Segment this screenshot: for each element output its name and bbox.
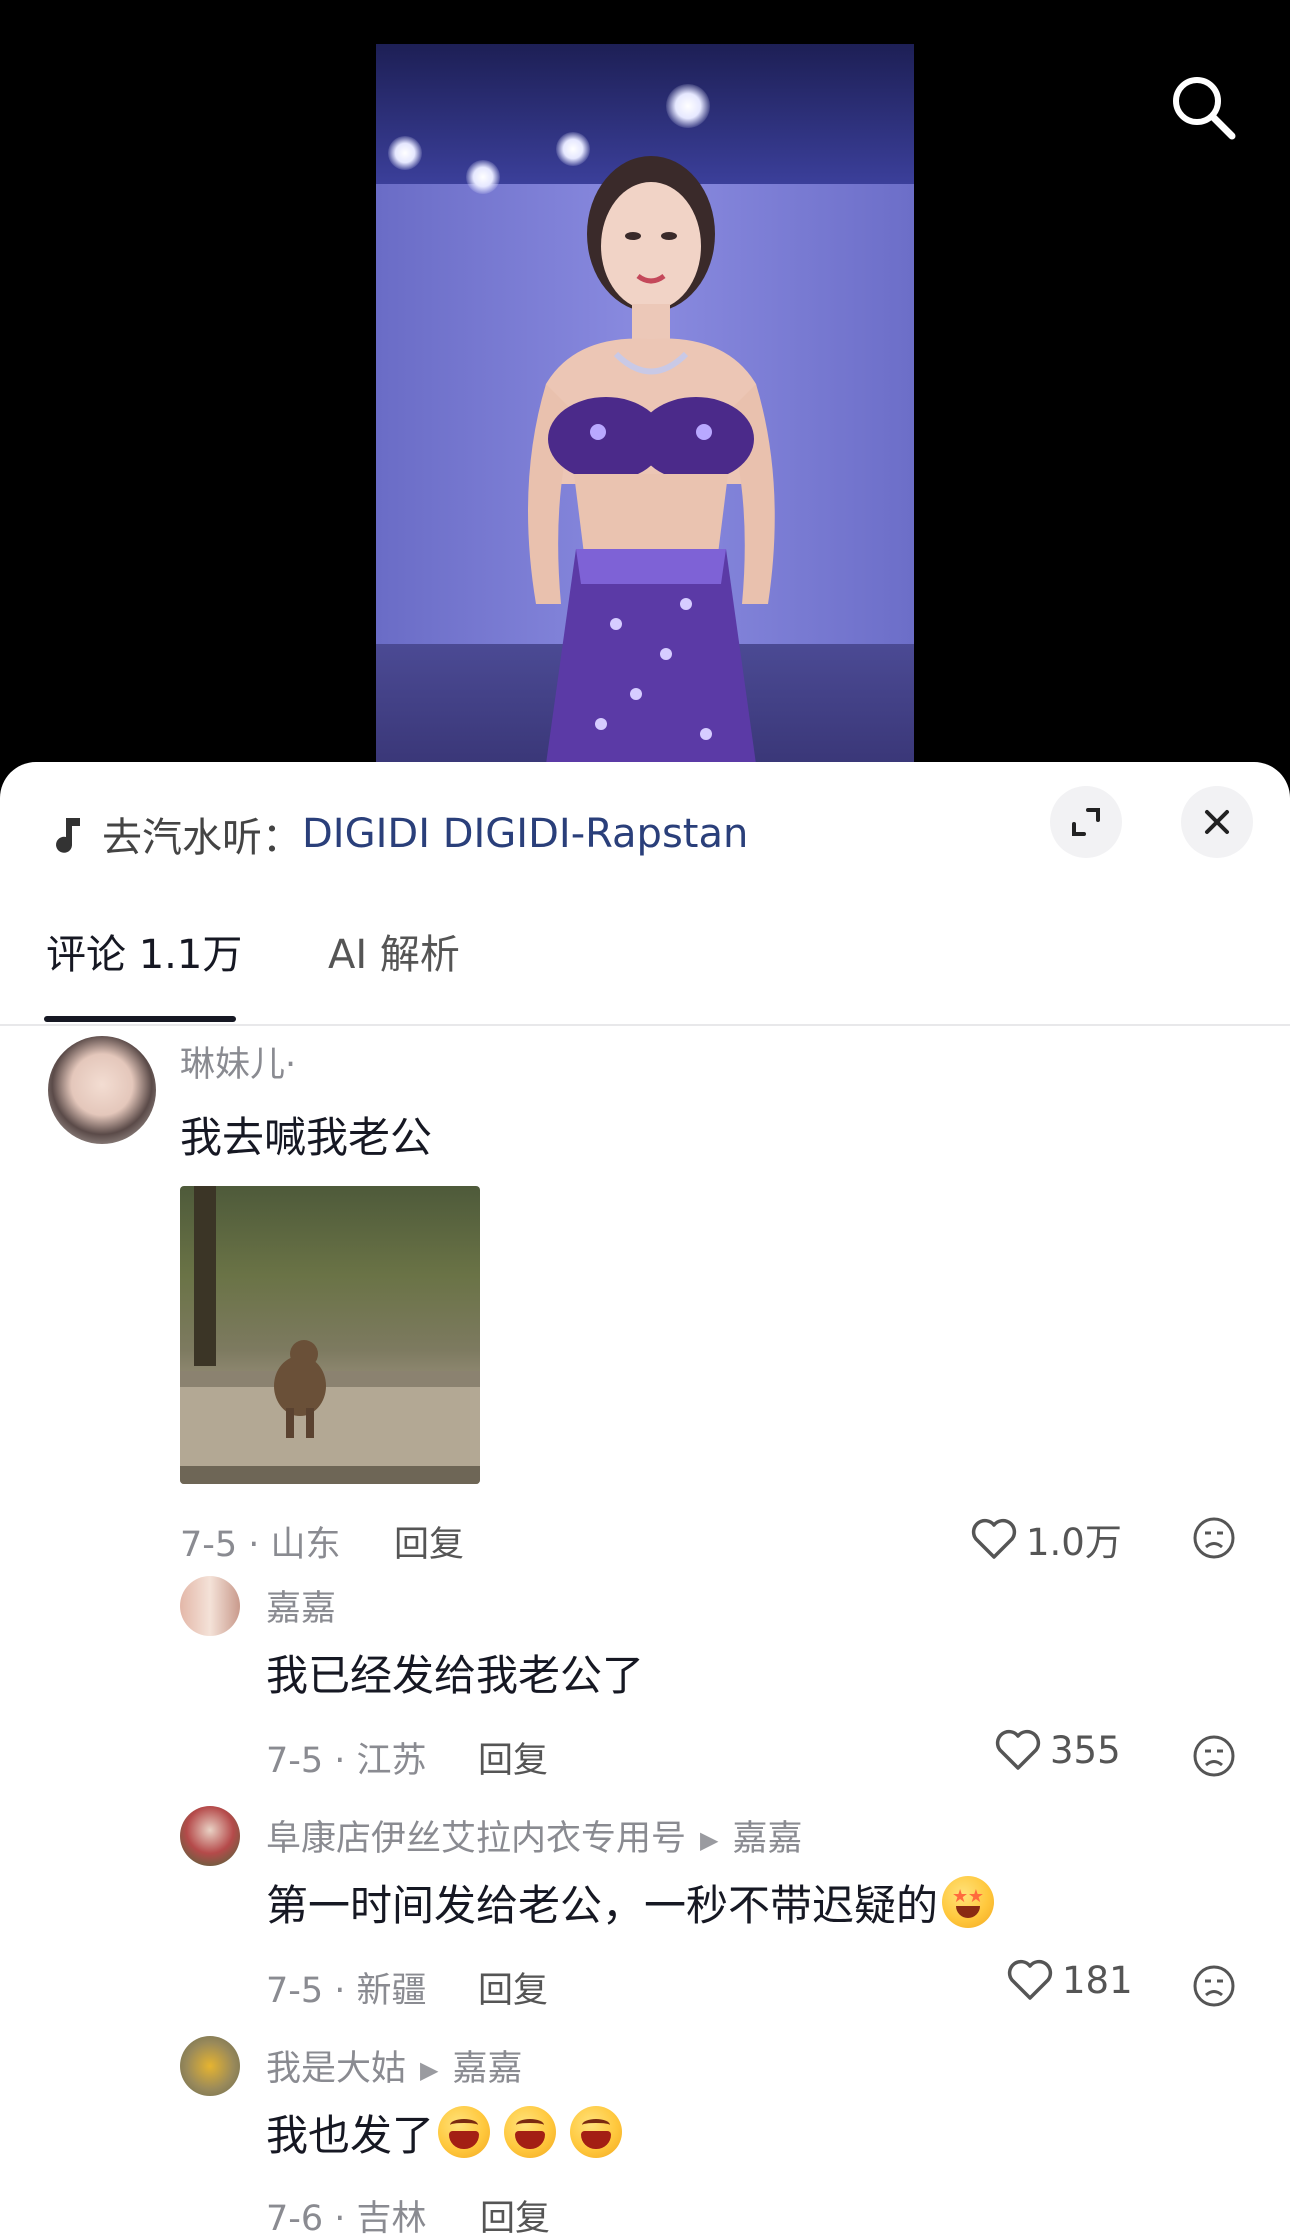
comment-item: 琳妹儿· 我去喊我老公 7-5 · 山东 回复 1.0万 [0,1032,1290,1565]
comment-date-location: 7-6 · 吉林 [266,2199,427,2234]
close-icon [1205,810,1229,834]
expand-button[interactable] [1050,786,1122,858]
like-button[interactable]: 1.0万 [970,1512,1122,1566]
comment-date-location: 7-5 · 山东 [180,1525,341,1565]
expand-icon [1072,808,1100,836]
music-note-icon [56,818,80,853]
stage-light [466,160,500,194]
comment-text-body: 第一时间发给老公，一秒不带迟疑的 [266,1881,939,1930]
comment-author: 阜康店伊丝艾拉内衣专用号 ▶ 嘉嘉 [266,1810,803,1861]
comment-text: 我去喊我老公 [180,1113,433,1162]
tab-comments[interactable]: 评论 1.1万 [46,880,242,1022]
heart-icon [1007,1959,1053,2000]
like-button[interactable]: 355 [994,1728,1121,1772]
video-frame[interactable] [376,44,914,764]
music-link[interactable]: 去汽水听： DIGIDI DIGIDI-Rapstan [50,804,748,864]
laughing-emoji-icon [504,2106,557,2158]
laughing-emoji-icon [438,2106,491,2158]
comment-author: 我是大姑 ▶ 嘉嘉 [266,2040,523,2091]
like-count: 181 [1062,1958,1133,2002]
dislike-icon[interactable] [1192,1734,1236,1778]
music-song-title[interactable]: DIGIDI DIGIDI-Rapstan [302,811,748,857]
reply-button[interactable]: 回复 [480,2190,550,2234]
reply-item: 嘉嘉 我已经发给我老公了 7-5 · 江苏 回复 355 [0,1570,1290,1783]
author-name[interactable]: 我是大姑 [266,2049,406,2089]
like-count: 1.0万 [1026,1521,1122,1564]
avatar[interactable] [180,1806,240,1866]
comment-sheet: 去汽水听： DIGIDI DIGIDI-Rapstan 评论 1.1万 AI 解… [0,762,1290,2234]
stage-light [666,84,710,128]
comment-text: 我也发了 [266,2102,623,2163]
avatar[interactable] [48,1036,156,1144]
monkey-gif-illustration [180,1186,480,1484]
avatar[interactable] [180,2036,240,2096]
comment-date-location: 7-5 · 新疆 [266,1971,427,2011]
stage-light [388,136,422,170]
reply-arrow-icon: ▶ [700,1826,719,1854]
search-icon[interactable] [1168,72,1238,142]
tab-ai-analysis[interactable]: AI 解析 [328,880,460,1022]
heart-icon [971,1518,1017,1559]
comment-author[interactable]: 琳妹儿· [180,1036,296,1087]
comment-author[interactable]: 嘉嘉 [266,1580,336,1631]
reply-to-name[interactable]: 嘉嘉 [732,1819,802,1859]
heart-icon [995,1729,1041,1770]
comment-date-location: 7-5 · 江苏 [266,1741,427,1781]
video-player[interactable] [0,0,1290,800]
like-button[interactable]: 181 [1006,1958,1133,2002]
comment-text-body: 我也发了 [266,2111,435,2160]
reply-item: 我是大姑 ▶ 嘉嘉 我也发了 7-6 · 吉林 回复 [0,2032,1290,2234]
reply-arrow-icon: ▶ [420,2056,439,2084]
laughing-emoji-icon [570,2106,623,2158]
dislike-icon[interactable] [1192,1964,1236,2008]
comment-gif-image[interactable] [180,1186,480,1484]
author-name[interactable]: 阜康店伊丝艾拉内衣专用号 [266,1819,686,1859]
music-prefix: 去汽水听： [102,815,302,861]
reply-item: 阜康店伊丝艾拉内衣专用号 ▶ 嘉嘉 第一时间发给老公，一秒不带迟疑的 7-5 · 新… [0,1800,1290,2013]
comment-text: 第一时间发给老公，一秒不带迟疑的 [266,1872,995,1933]
reply-to-name[interactable]: 嘉嘉 [452,2049,522,2089]
dancer-figure [528,156,775,764]
active-tab-indicator [44,1016,236,1022]
reply-button[interactable]: 回复 [394,1516,464,1567]
reply-button[interactable]: 回复 [478,1732,548,1783]
like-count: 355 [1050,1728,1121,1772]
close-button[interactable] [1181,786,1253,858]
dislike-icon[interactable] [1192,1516,1236,1560]
comment-tabs: 评论 1.1万 AI 解析 [0,880,1290,1026]
reply-button[interactable]: 回复 [478,1962,548,2013]
star-struck-emoji-icon [942,1876,995,1928]
avatar[interactable] [180,1576,240,1636]
comment-text: 我已经发给我老公了 [266,1651,645,1700]
